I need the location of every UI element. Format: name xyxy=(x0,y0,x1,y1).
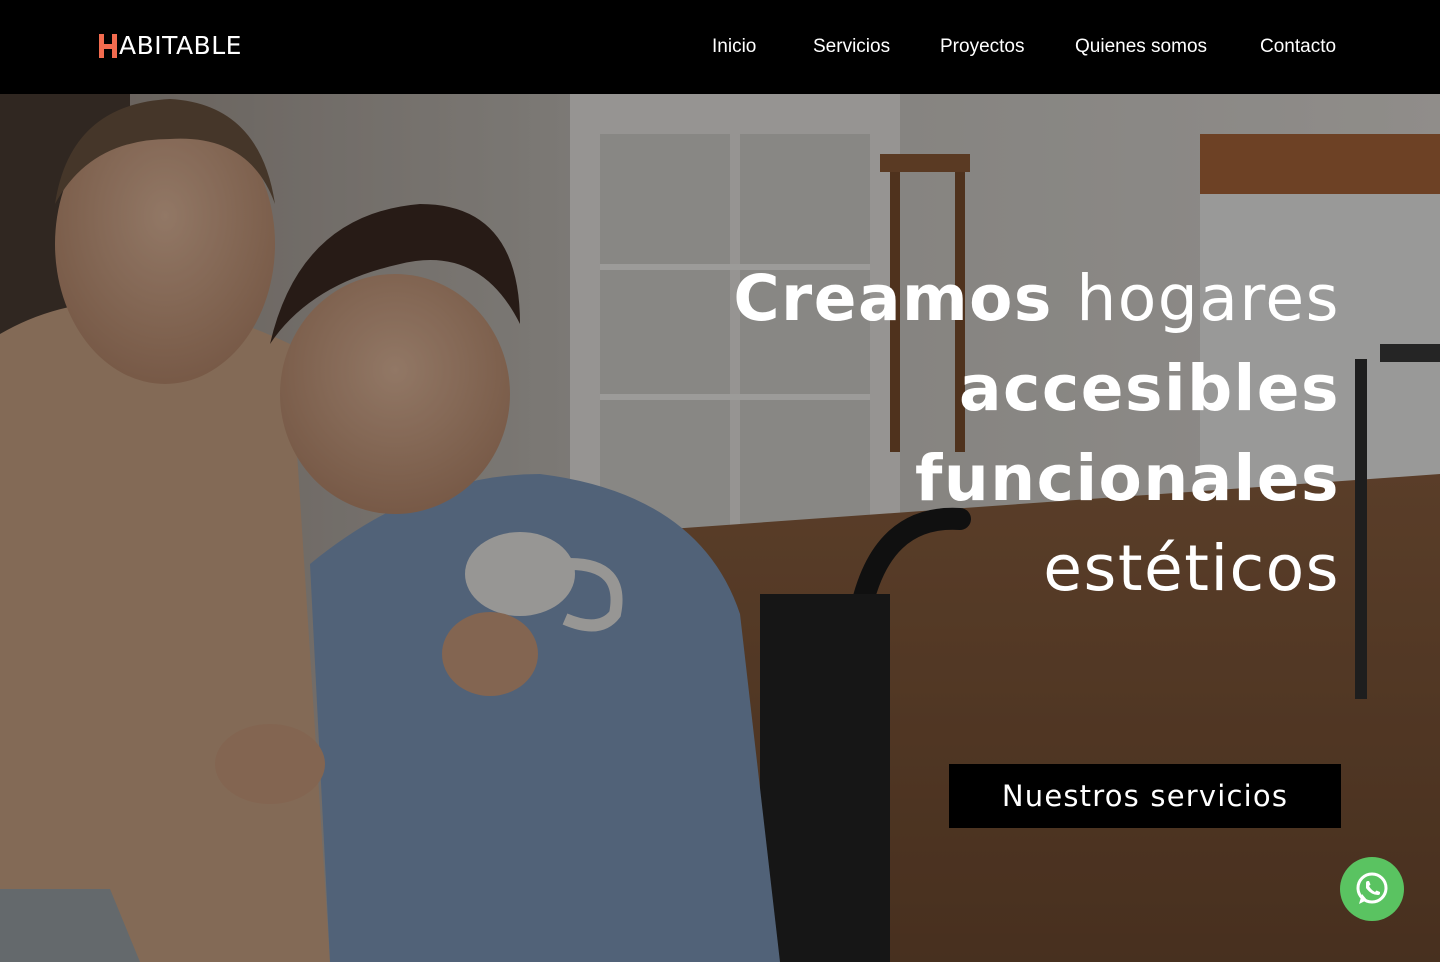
headline-funcionales: funcionales xyxy=(914,442,1340,515)
hero-section: Creamos hogares accesibles funcionales e… xyxy=(0,94,1440,962)
nav-link-proyectos[interactable]: Proyectos xyxy=(940,34,1024,60)
nav-link-servicios[interactable]: Servicios xyxy=(813,34,890,60)
headline-line-1: Creamos hogares xyxy=(733,254,1340,344)
nav-link-inicio[interactable]: Inicio xyxy=(712,34,756,60)
hero-headline: Creamos hogares accesibles funcionales e… xyxy=(733,254,1340,614)
top-navbar: ABITABLE Inicio Servicios Proyectos Quie… xyxy=(0,0,1440,94)
whatsapp-button[interactable] xyxy=(1340,857,1404,921)
headline-esteticos: estéticos xyxy=(1043,532,1340,605)
headline-accesibles: accesibles xyxy=(959,352,1340,425)
nuestros-servicios-button[interactable]: Nuestros servicios xyxy=(949,764,1341,828)
main-nav: Inicio Servicios Proyectos Quienes somos… xyxy=(0,34,1440,60)
whatsapp-icon xyxy=(1356,872,1388,904)
nav-link-quienes-somos[interactable]: Quienes somos xyxy=(1075,34,1207,60)
nav-link-contacto[interactable]: Contacto xyxy=(1260,34,1336,60)
headline-hogares: hogares xyxy=(1076,262,1340,335)
headline-creamos: Creamos xyxy=(733,262,1053,335)
